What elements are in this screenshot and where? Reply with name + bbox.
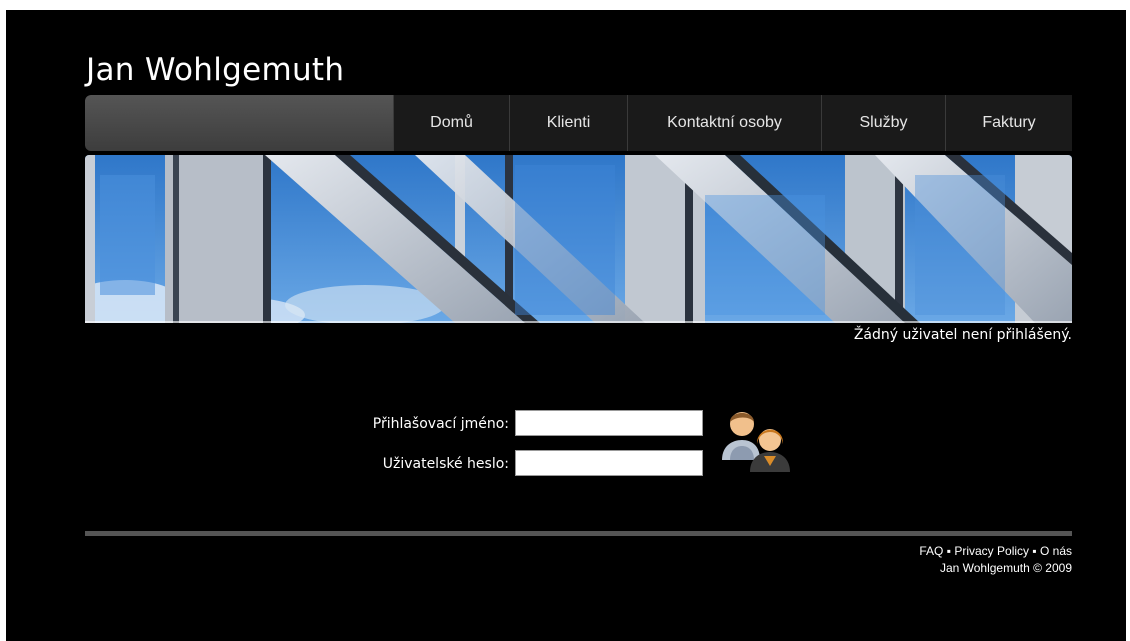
site-title: Jan Wohlgemuth [86, 52, 345, 88]
footer-link-faq[interactable]: FAQ [919, 544, 943, 558]
footer-divider [85, 531, 1072, 536]
username-label: Přihlašovací jméno: [372, 416, 509, 432]
password-label: Uživatelské heslo: [382, 456, 509, 472]
password-input[interactable] [515, 450, 703, 476]
footer-links: FAQ ▪ Privacy Policy ▪ O nás [919, 544, 1072, 558]
footer-separator: ▪ [1032, 544, 1037, 558]
main-navigation: Domů Klienti Kontaktní osoby Služby Fakt… [85, 95, 1072, 151]
footer-link-privacy-policy[interactable]: Privacy Policy [954, 544, 1029, 558]
nav-spacer [85, 95, 393, 151]
footer-copyright: Jan Wohlgemuth © 2009 [939, 561, 1072, 575]
users-icon [716, 402, 792, 480]
nav-item-klienti[interactable]: Klienti [509, 95, 627, 151]
nav-item-sluzby[interactable]: Služby [821, 95, 945, 151]
footer-separator: ▪ [946, 544, 951, 558]
footer-link-o-nas[interactable]: O nás [1040, 544, 1072, 558]
header-banner-image [85, 155, 1072, 323]
nav-item-kontaktni-osoby[interactable]: Kontaktní osoby [627, 95, 821, 151]
nav-item-faktury[interactable]: Faktury [945, 95, 1072, 151]
username-input[interactable] [515, 410, 703, 436]
nav-item-domu[interactable]: Domů [393, 95, 509, 151]
login-status: Žádný uživatel není přihlášený. [853, 327, 1072, 343]
